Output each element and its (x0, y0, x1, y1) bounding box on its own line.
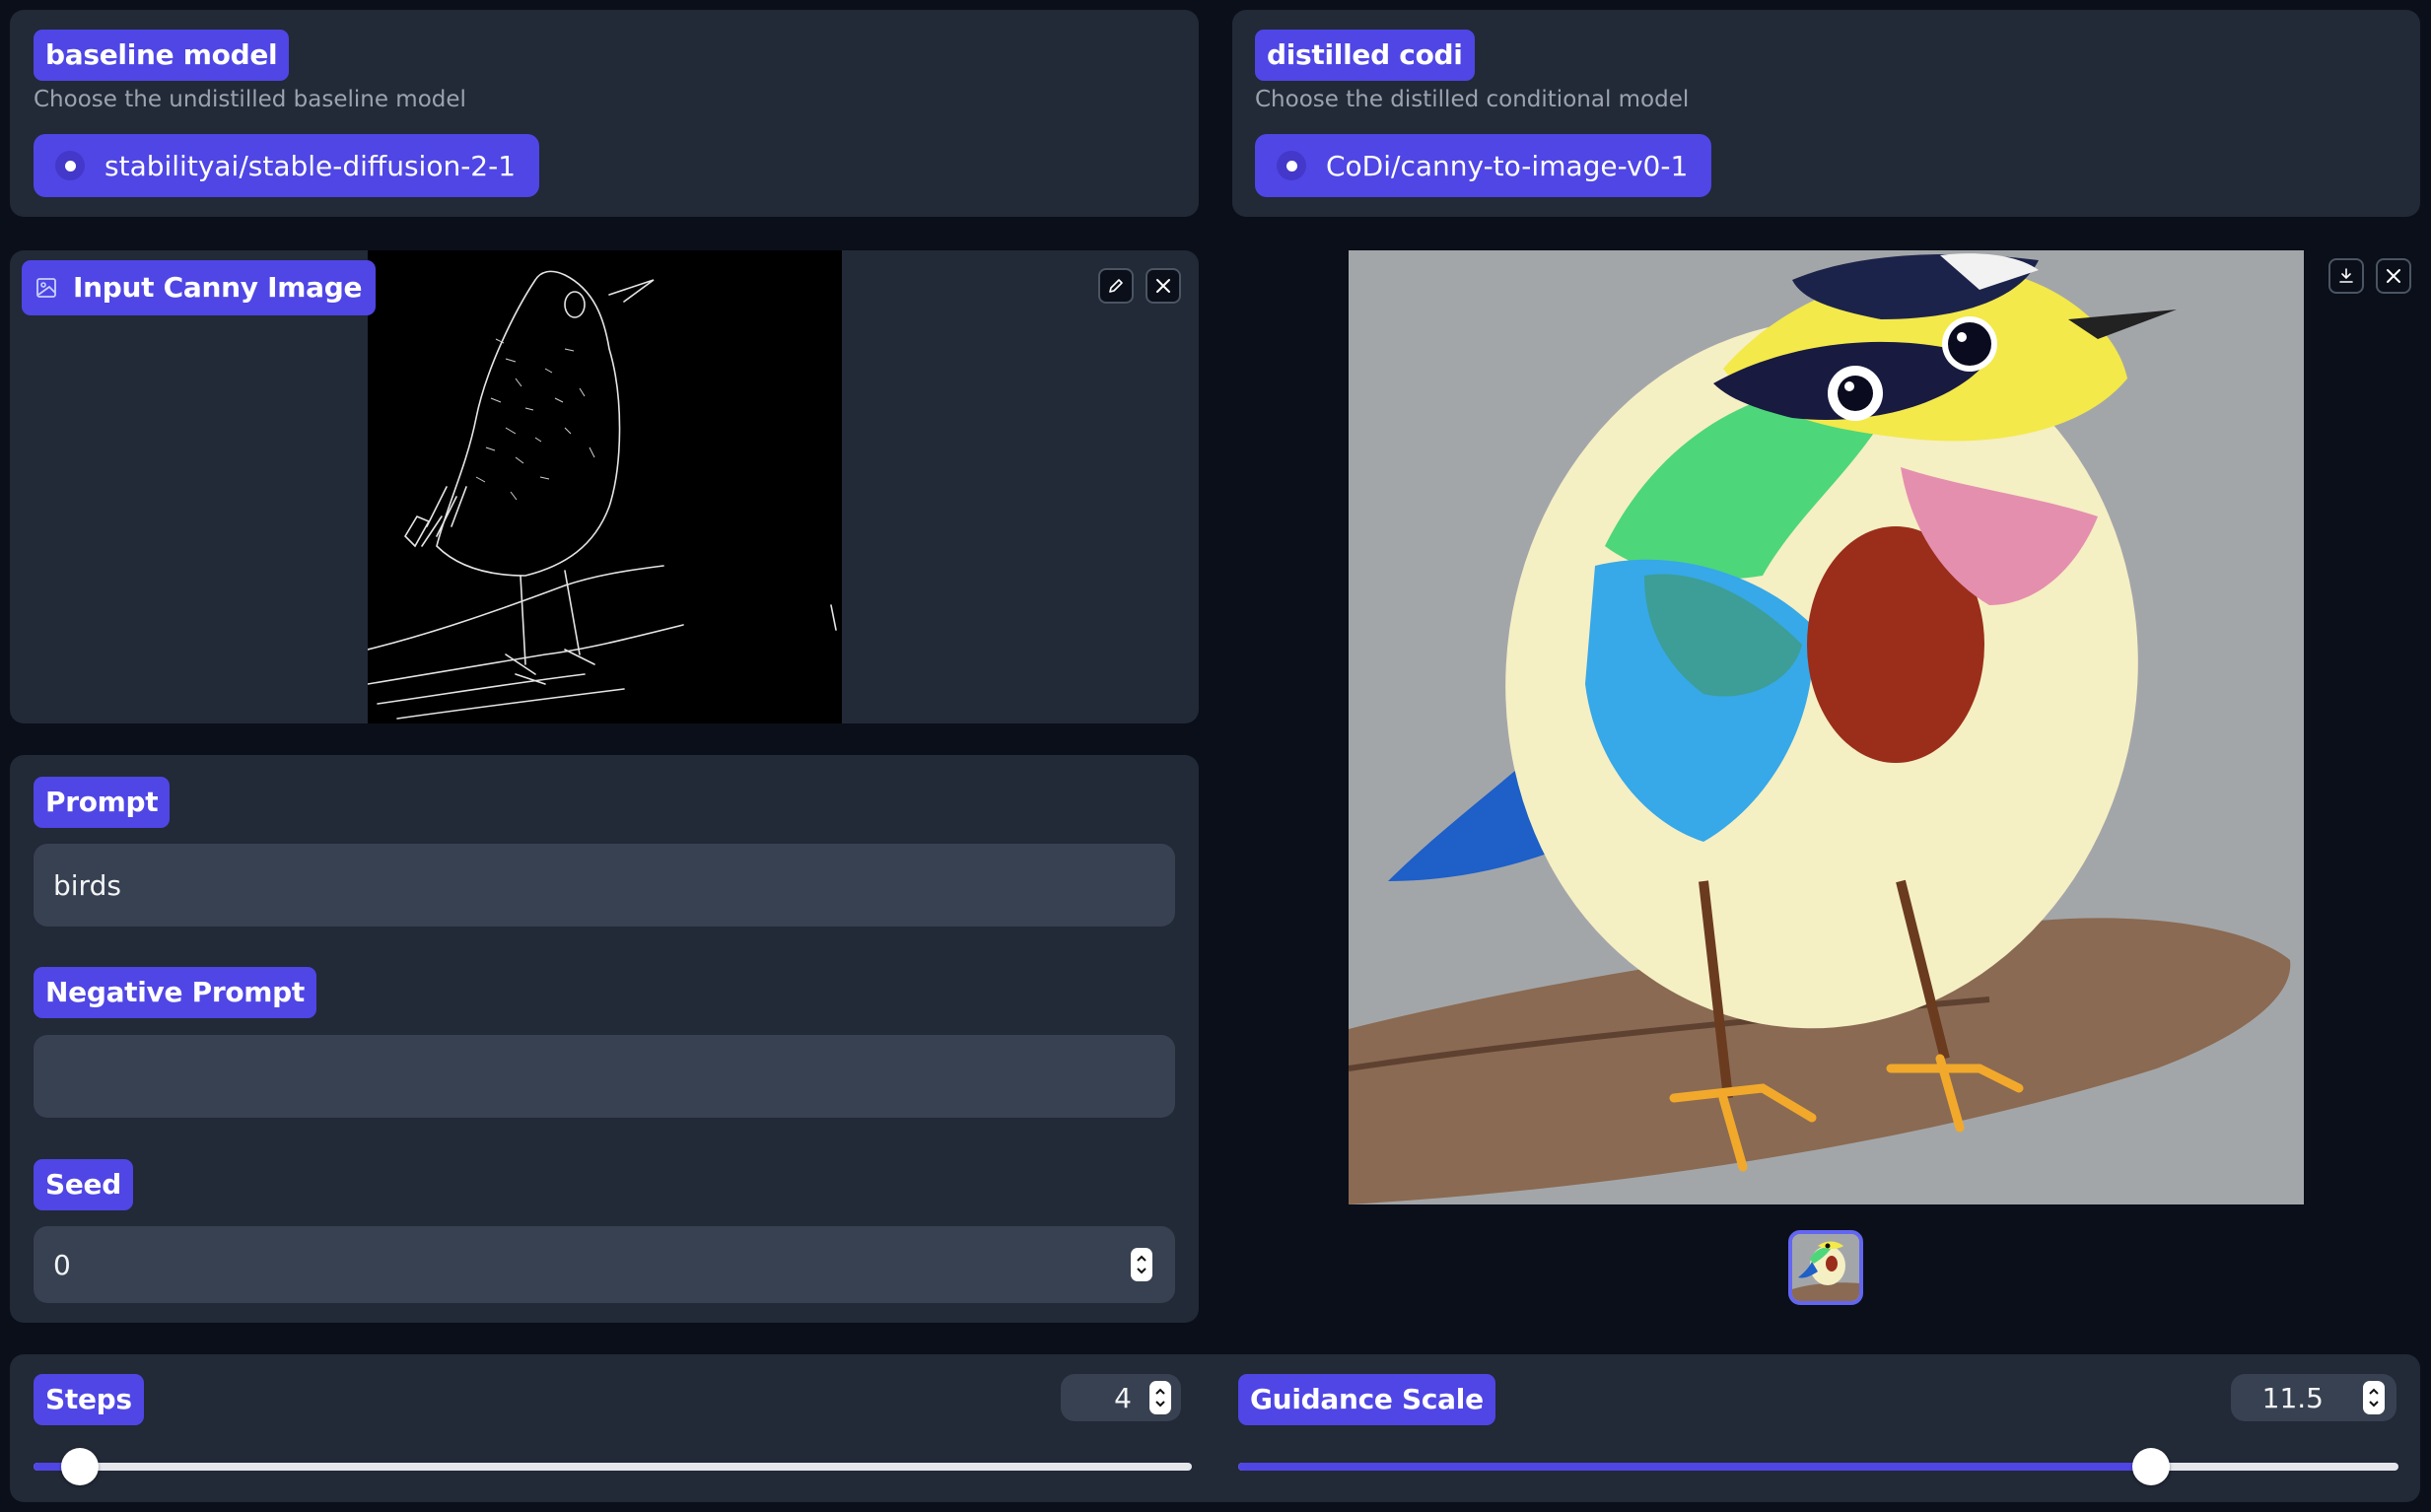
chevron-down-icon[interactable] (1153, 1398, 1167, 1409)
radio-selected-icon (55, 151, 85, 180)
chevron-down-icon[interactable] (1135, 1265, 1148, 1276)
prompt-input-value: birds (53, 868, 121, 902)
chevron-up-icon[interactable] (1135, 1253, 1148, 1265)
negative-prompt-label: Negative Prompt (34, 967, 317, 1018)
canny-edge-drawing (368, 270, 837, 720)
sliders-panel: Steps 4 Guidance Scale 11.5 (10, 1354, 2420, 1502)
steps-slider-track[interactable] (34, 1448, 1192, 1485)
baseline-model-info: Choose the undistilled baseline model (34, 87, 466, 112)
image-icon (35, 277, 57, 299)
steps-label: Steps (34, 1374, 144, 1425)
download-icon (2337, 267, 2355, 285)
guidance-scale-stepper[interactable] (2363, 1381, 2385, 1414)
prompt-input[interactable]: birds (34, 844, 1175, 927)
baseline-model-option-label: stabilityai/stable-diffusion-2-1 (104, 149, 517, 182)
guidance-scale-value: 11.5 (2261, 1382, 2324, 1414)
close-icon (2385, 267, 2402, 285)
baseline-model-option[interactable]: stabilityai/stable-diffusion-2-1 (34, 134, 540, 197)
distilled-model-label: distilled codi (1255, 30, 1475, 81)
distilled-model-option-label: CoDi/canny-to-image-v0-1 (1326, 149, 1689, 182)
distilled-model-info: Choose the distilled conditional model (1255, 87, 1690, 112)
seed-input-value: 0 (53, 1248, 71, 1281)
chevron-down-icon[interactable] (2367, 1398, 2381, 1409)
clear-output-image-button[interactable] (2376, 258, 2411, 294)
prompt-label: Prompt (34, 777, 171, 828)
guidance-scale-slider-fill (1238, 1463, 2152, 1471)
steps-slider-thumb[interactable] (61, 1448, 99, 1485)
chevron-up-icon[interactable] (1153, 1386, 1167, 1398)
input-canny-image-label: Input Canny Image (22, 260, 377, 315)
steps-stepper[interactable] (1149, 1381, 1171, 1414)
guidance-scale-slider-thumb[interactable] (2132, 1448, 2171, 1485)
thumbnail-bird-image (1792, 1234, 1859, 1301)
distilled-model-option[interactable]: CoDi/canny-to-image-v0-1 (1255, 134, 1712, 197)
negative-prompt-input[interactable] (34, 1035, 1175, 1118)
prompt-panel: Prompt birds Negative Prompt Seed 0 (10, 755, 1199, 1323)
canny-image (368, 250, 842, 723)
output-thumbnail[interactable] (1788, 1230, 1863, 1305)
steps-value: 4 (1114, 1382, 1132, 1414)
baseline-model-panel: baseline model Choose the undistilled ba… (10, 10, 1199, 217)
seed-label: Seed (34, 1159, 133, 1210)
edit-image-button[interactable] (1098, 268, 1134, 304)
guidance-scale-slider-track[interactable] (1238, 1448, 2398, 1485)
pencil-icon (1107, 277, 1125, 295)
generated-bird-image (1349, 250, 2304, 1204)
guidance-scale-label: Guidance Scale (1238, 1374, 1495, 1425)
chevron-up-icon[interactable] (2367, 1386, 2381, 1398)
download-image-button[interactable] (2328, 258, 2364, 294)
seed-input[interactable]: 0 (34, 1226, 1175, 1303)
radio-selected-icon (1277, 151, 1306, 180)
distilled-model-panel: distilled codi Choose the distilled cond… (1232, 10, 2420, 217)
close-icon (1154, 277, 1172, 295)
baseline-model-label: baseline model (34, 30, 290, 81)
output-image (1349, 250, 2304, 1204)
clear-input-image-button[interactable] (1146, 268, 1181, 304)
seed-stepper[interactable] (1131, 1248, 1152, 1281)
input-canny-image-label-text: Input Canny Image (73, 271, 363, 304)
